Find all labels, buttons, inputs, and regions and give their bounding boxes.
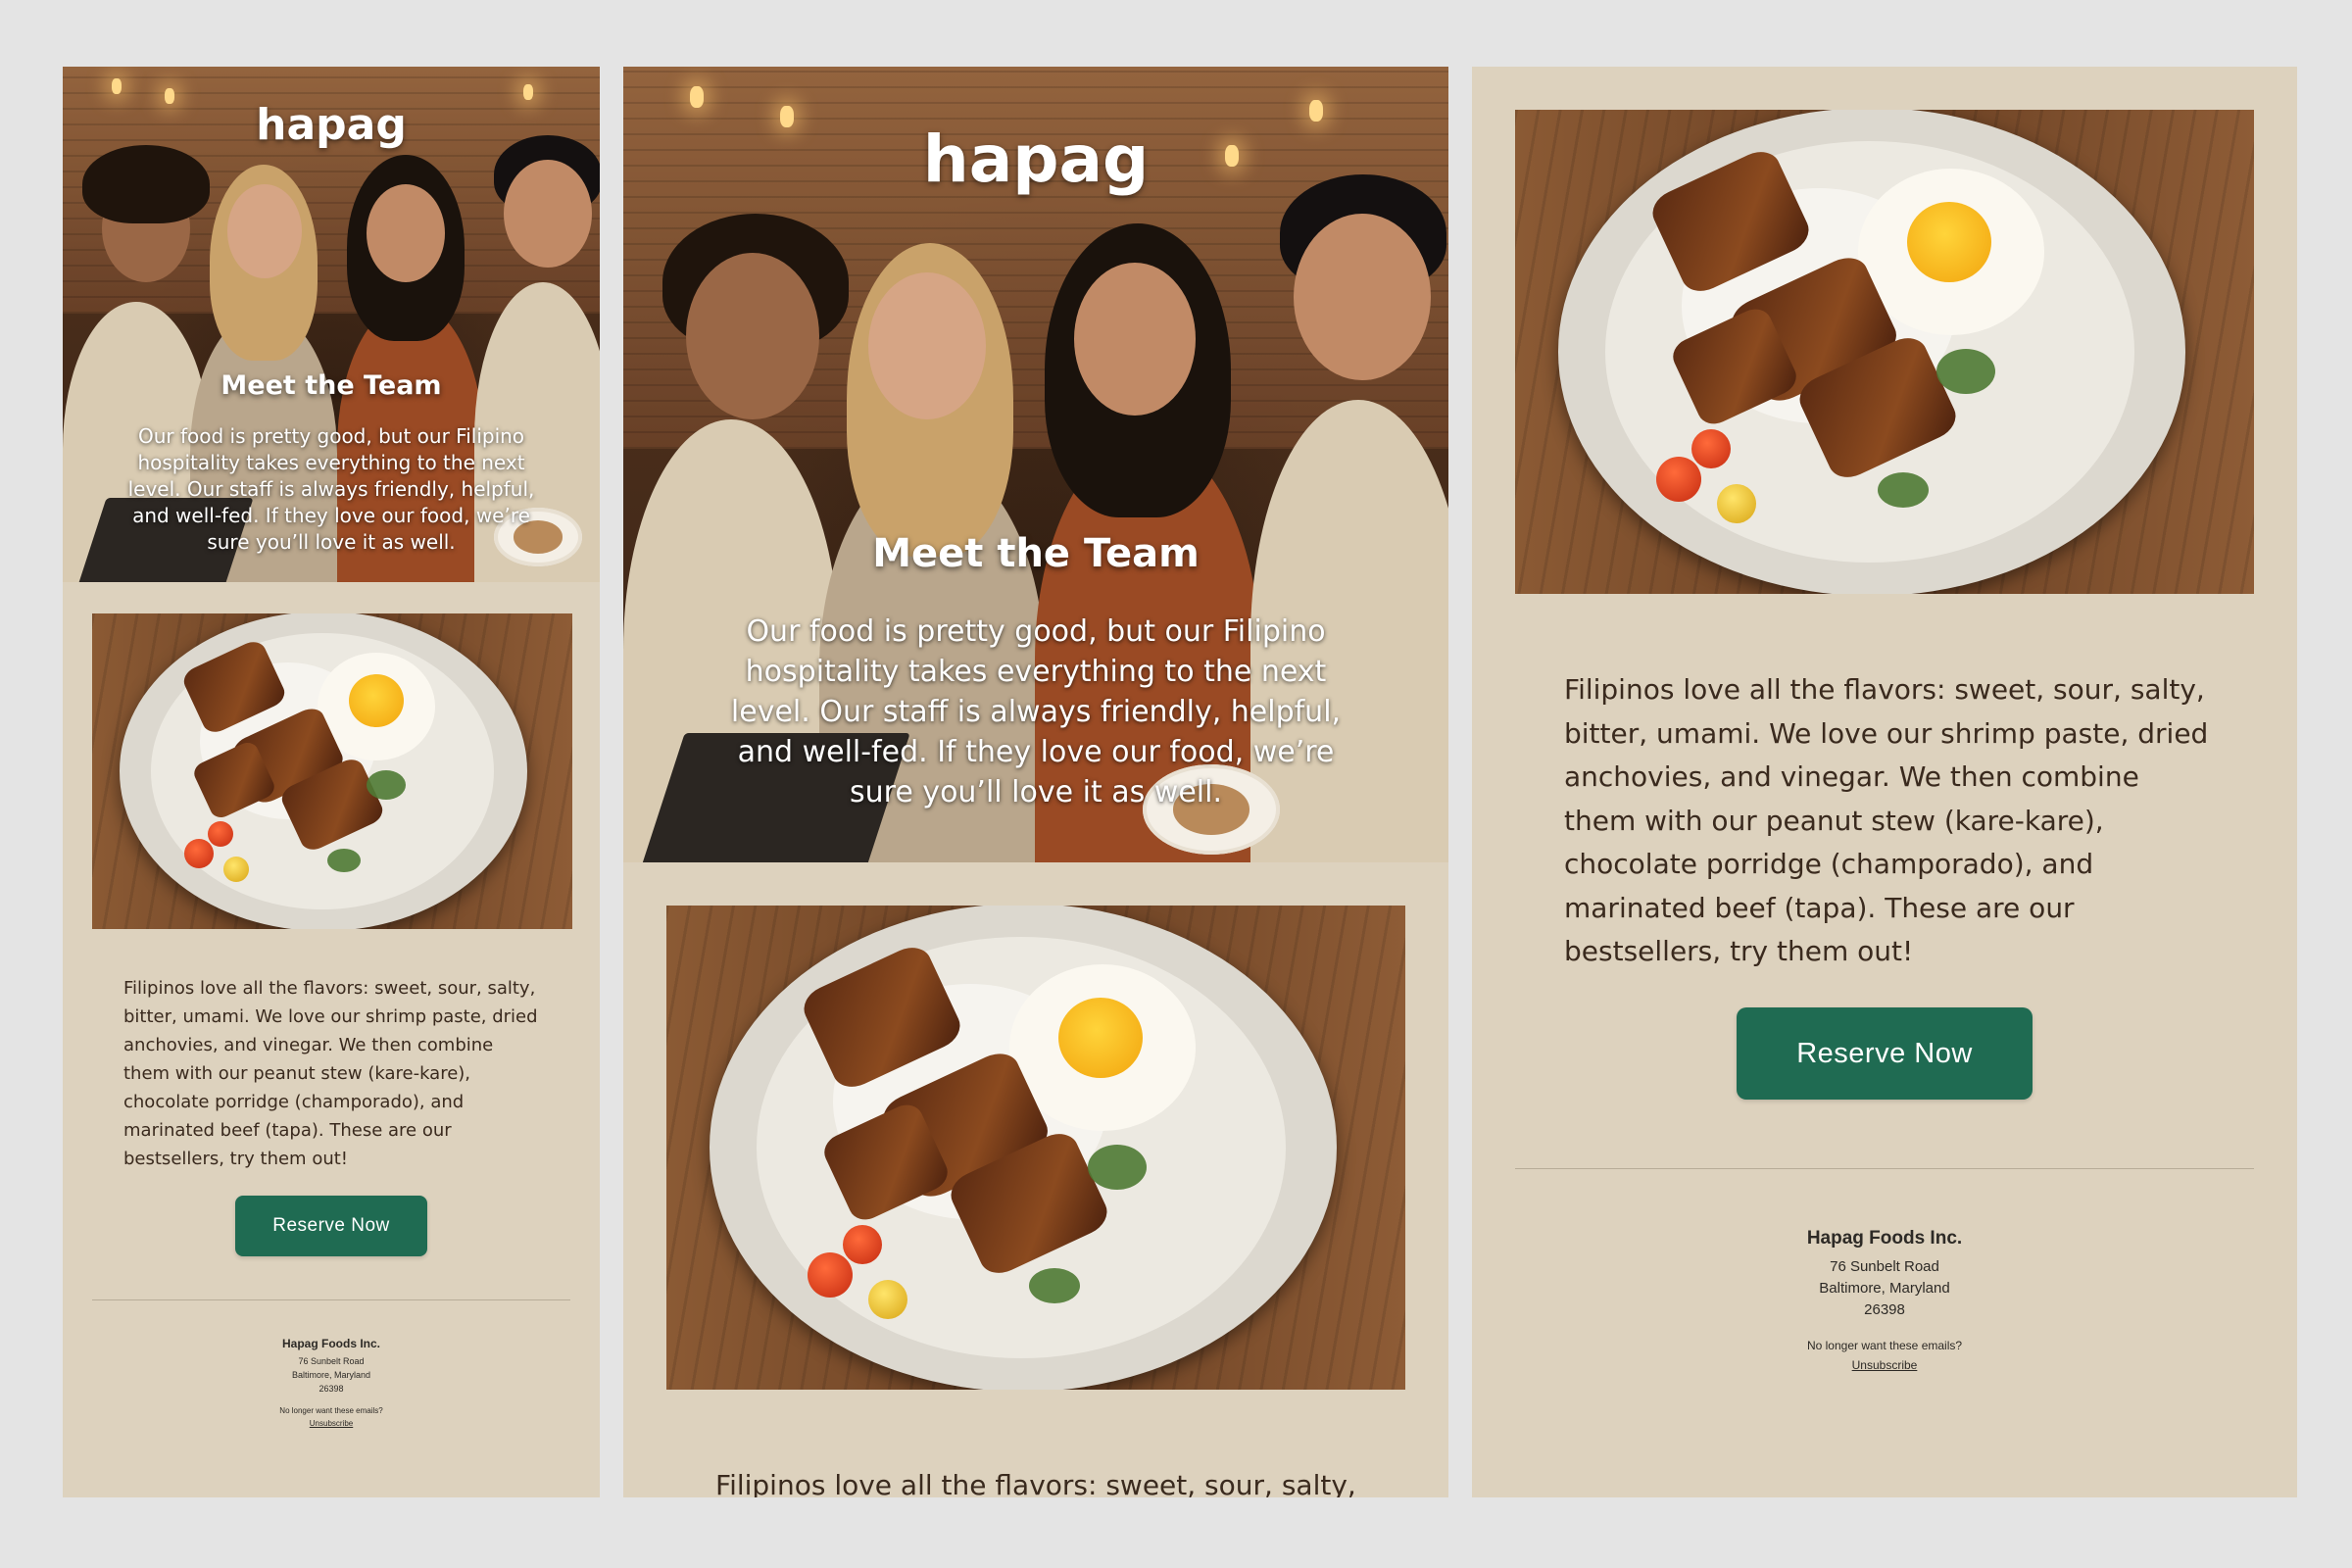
footer-company: Hapag Foods Inc. [281, 1337, 380, 1350]
hero-body: Our food is pretty good, but our Filipin… [127, 424, 535, 554]
unsubscribe-link[interactable]: Unsubscribe [1472, 1354, 2297, 1376]
footer-optout-text: No longer want these emails? [1806, 1339, 1963, 1352]
hero-team-image: hapag Meet the Team Our food is pretty g… [63, 67, 600, 582]
footer: Hapag Foods Inc. 76 Sunbelt Road Baltimo… [63, 1335, 600, 1431]
footer-address-line2: Baltimore, Maryland [1819, 1280, 1950, 1297]
hero-team-image: hapag Meet the Team Our food is pretty g… [623, 67, 1448, 862]
footer-company: Hapag Foods Inc. [1806, 1228, 1963, 1249]
email-preview-tablet: hapag Meet the Team Our food is pretty g… [623, 67, 1448, 1497]
footer: Hapag Foods Inc. 76 Sunbelt Road Baltimo… [1472, 1225, 2297, 1376]
hero-body: Our food is pretty good, but our Filipin… [730, 614, 1342, 809]
content-body: Filipinos love all the flavors: sweet, s… [123, 978, 538, 1169]
hero-heading: Meet the Team [220, 370, 442, 401]
footer-zip: 26398 [1864, 1301, 1905, 1318]
footer-address-line1: 76 Sunbelt Road [298, 1356, 365, 1366]
brand-logo: hapag [922, 122, 1150, 197]
lamp-icon [112, 78, 122, 94]
footer-divider [1515, 1168, 2254, 1169]
content-body-partial: Filipinos love all the flavors: sweet, s… [715, 1469, 1356, 1497]
lamp-icon [690, 86, 704, 108]
reserve-now-button[interactable]: Reserve Now [1737, 1007, 2033, 1100]
lamp-icon [1309, 100, 1323, 122]
footer-optout-text: No longer want these emails? [279, 1406, 383, 1415]
email-preview-desktop: Filipinos love all the flavors: sweet, s… [1472, 67, 2297, 1497]
footer-address-line2: Baltimore, Maryland [291, 1370, 371, 1380]
food-bowl-image [92, 613, 572, 929]
email-preview-mobile: hapag Meet the Team Our food is pretty g… [63, 67, 600, 1497]
hero-heading: Meet the Team [872, 531, 1200, 576]
footer-divider [92, 1299, 570, 1300]
footer-address-line1: 76 Sunbelt Road [1830, 1258, 1939, 1275]
unsubscribe-link[interactable]: Unsubscribe [63, 1417, 600, 1431]
footer-zip: 26398 [318, 1384, 344, 1394]
reserve-now-button[interactable]: Reserve Now [235, 1196, 427, 1256]
food-bowl-image [1515, 110, 2254, 594]
content-body: Filipinos love all the flavors: sweet, s… [1564, 673, 2209, 967]
food-bowl-image [666, 906, 1405, 1390]
lamp-icon [523, 84, 533, 100]
brand-logo: hapag [256, 100, 407, 150]
